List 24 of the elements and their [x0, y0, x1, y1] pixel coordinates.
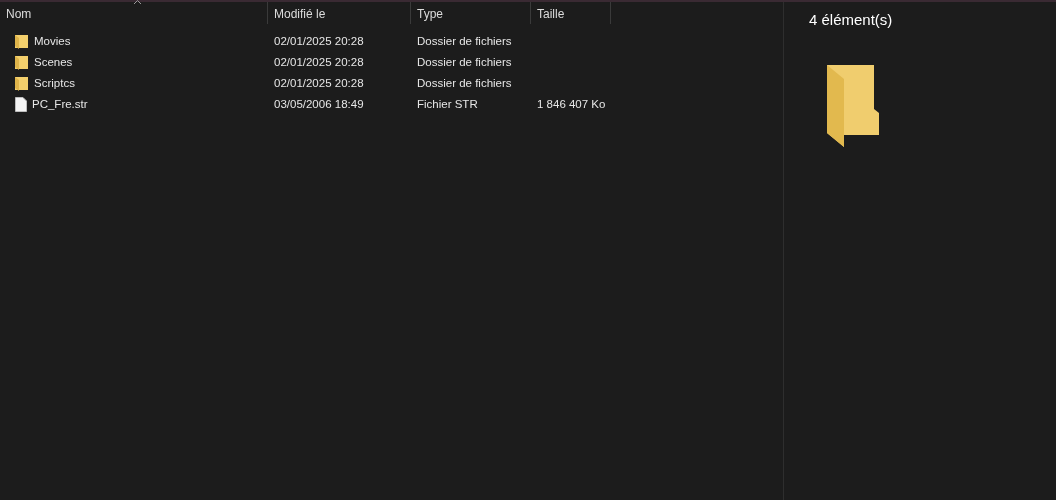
folder-icon — [15, 34, 29, 49]
column-header[interactable]: Nom — [0, 2, 268, 24]
folder-icon — [15, 76, 29, 91]
modified-date: 02/01/2025 20:28 — [274, 76, 364, 89]
folder-icon — [824, 64, 880, 147]
column-header[interactable]: Type — [411, 2, 531, 24]
modified-date: 03/05/2006 18:49 — [274, 97, 364, 110]
folder-icon — [15, 55, 29, 70]
sort-icon — [133, 0, 142, 5]
modified-date: 02/01/2025 20:28 — [274, 34, 364, 47]
file-type: Fichier STR — [417, 97, 478, 110]
item-count: 4 élément(s) — [809, 10, 894, 30]
file-name[interactable]: Scriptcs — [34, 74, 75, 93]
file-type: Dossier de fichiers — [417, 55, 512, 68]
file-name[interactable]: Movies — [34, 32, 71, 51]
column-header[interactable]: Modifié le — [268, 2, 411, 24]
column-header[interactable]: Taille — [531, 2, 611, 24]
file-name[interactable]: PC_Fre.str — [32, 95, 88, 114]
file-icon — [15, 97, 27, 112]
file-type: Dossier de fichiers — [417, 76, 512, 89]
modified-date: 02/01/2025 20:28 — [274, 55, 364, 68]
file-name[interactable]: Scenes — [34, 53, 73, 72]
file-type: Dossier de fichiers — [417, 34, 512, 47]
file-size: 1 846 407 Ko — [537, 97, 606, 110]
